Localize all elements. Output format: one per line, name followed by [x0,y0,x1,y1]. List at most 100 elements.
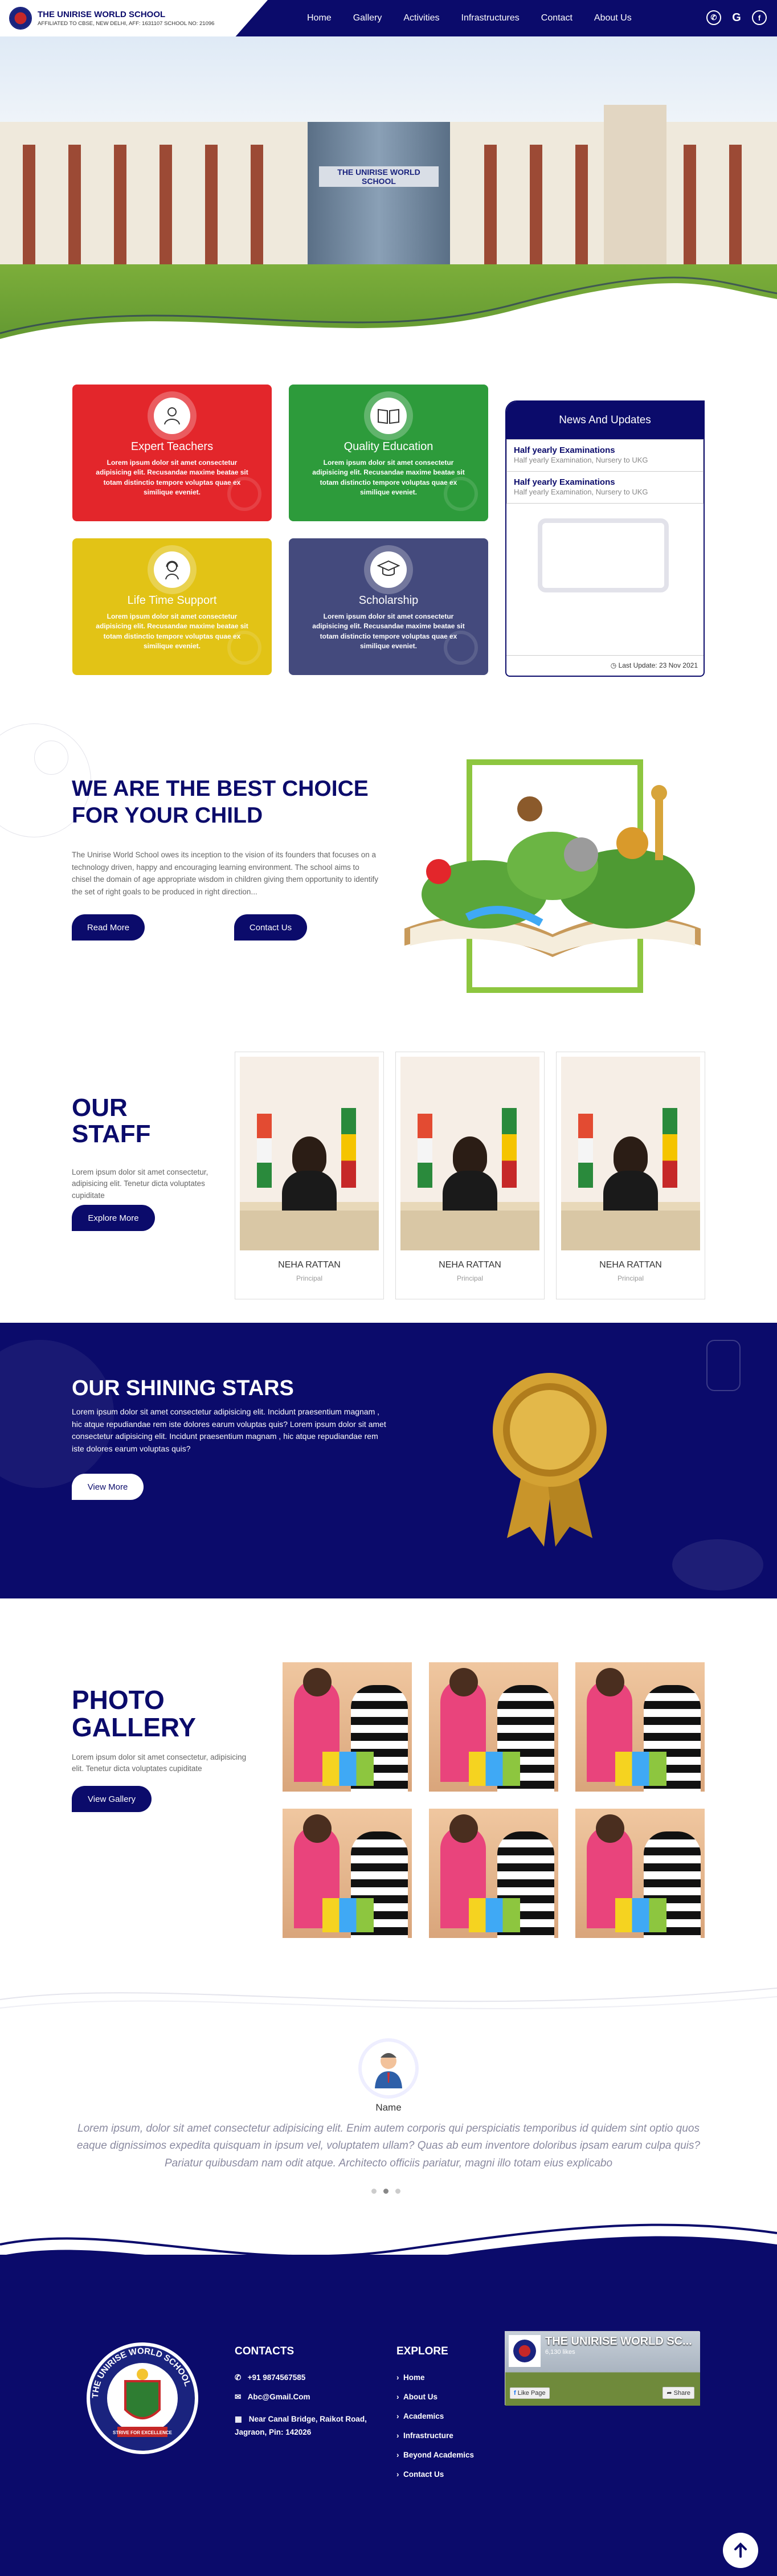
fb-share-button[interactable]: ➦ Share [663,2387,694,2399]
gallery-image[interactable] [429,1662,558,1792]
school-crest-logo: THE UNIRISE WORLD SCHOOL STRIVE FOR EXCE… [87,2342,198,2454]
news-item[interactable]: Half yearly Examinations Half yearly Exa… [506,471,704,504]
news-title: News And Updates [506,402,704,439]
shining-stars-title: OUR SHINING STARS [72,1376,294,1400]
shining-stars-text: Lorem ipsum dolor sit amet consectetur a… [72,1407,386,1454]
open-book-icon [370,398,407,434]
crest-motto: STRIVE FOR EXCELLENCE [113,2430,173,2435]
staff-name: NEHA RATTAN [439,1260,501,1270]
clock-icon: ◷ [610,661,619,669]
gallery-image[interactable] [575,1809,705,1938]
best-choice-text: The Unirise World School owes its incept… [72,851,379,896]
graduation-cap-icon [370,551,407,588]
chevron-right-icon: › [396,2393,399,2401]
view-more-button[interactable]: View More [72,1474,144,1500]
school-affiliation: AFFILIATED TO CBSE, NEW DELHI, AFF: 1631… [38,21,215,27]
gallery-image[interactable] [283,1809,412,1938]
facebook-page-widget[interactable]: THE UNIRISE WORLD SC... 6,130 likes f Li… [505,2331,700,2406]
gallery-image[interactable] [283,1662,412,1792]
map-icon: ▦ [235,2415,242,2423]
feature-card-expert-teachers[interactable]: Expert Teachers Lorem ipsum dolor sit am… [72,385,272,521]
testimonial-name: Name [375,2102,402,2113]
staff-role: Principal [296,1274,323,1282]
staff-card[interactable]: NEHA RATTAN Principal [556,1052,705,1299]
gallery-image[interactable] [429,1809,558,1938]
fb-like-button[interactable]: f Like Page [510,2387,550,2399]
feature-card-life-time-support[interactable]: Life Time Support Lorem ipsum dolor sit … [72,538,272,675]
gallery-title: PHOTO GALLERY [72,1685,197,1743]
nav-contact[interactable]: Contact [530,13,583,23]
testimonial-avatar [358,2038,419,2099]
story-book-illustration [404,759,701,993]
read-more-button[interactable]: Read More [72,914,145,941]
staff-name: NEHA RATTAN [278,1260,341,1270]
fb-page-likes: 6,130 likes [545,2349,575,2356]
staff-photo [561,1057,700,1250]
staff-card[interactable]: NEHA RATTAN Principal [395,1052,545,1299]
mail-icon: ✉ [235,2393,244,2401]
gallery-text: Lorem ipsum dolor sit amet consectetur, … [72,1753,247,1773]
hero-banner: THE UNIRISE WORLD SCHOOL [0,36,777,355]
feature-title: Scholarship [358,594,419,607]
feature-title: Expert Teachers [130,440,214,453]
testimonial-quote: Lorem ipsum, dolor sit amet consectetur … [76,2123,701,2169]
brand[interactable]: THE UNIRISE WORLD SCHOOL AFFILIATED TO C… [0,0,268,36]
staff-role: Principal [617,1274,644,1282]
facebook-icon[interactable]: f [752,10,767,25]
footer-link-contact-us[interactable]: › Contact Us [396,2470,444,2479]
nav-home[interactable]: Home [296,13,342,23]
footer-email[interactable]: ✉ Abc@Gmail.Com [235,2393,310,2402]
news-panel: News And Updates Half yearly Examination… [505,400,705,677]
view-gallery-button[interactable]: View Gallery [72,1786,152,1812]
nav-about-us[interactable]: About Us [583,13,643,23]
staff-photo [240,1057,379,1250]
fb-page-name[interactable]: THE UNIRISE WORLD SC... [545,2335,693,2348]
shining-stars-section: OUR SHINING STARS Lorem ipsum dolor sit … [0,1323,777,1598]
whatsapp-icon[interactable]: ✆ [706,10,721,25]
medal-icon [493,1373,607,1547]
support-icon [154,551,190,588]
carousel-dots [371,2189,400,2194]
best-choice-title: WE ARE THE BEST CHOICE FOR YOUR CHILD [72,776,369,828]
news-last-update: ◷ Last Update: 23 Nov 2021 [506,655,704,676]
building-sign: THE UNIRISE WORLD SCHOOL [319,166,439,187]
school-name: THE UNIRISE WORLD SCHOOL [38,10,166,19]
feature-title: Life Time Support [127,594,217,607]
chevron-right-icon: › [396,2470,399,2479]
google-icon[interactable]: G [729,10,744,25]
explore-more-button[interactable]: Explore More [72,1205,155,1231]
nav-gallery[interactable]: Gallery [342,13,393,23]
footer-link-academics[interactable]: › Academics [396,2412,444,2420]
contacts-title: CONTACTS [235,2345,295,2357]
staff-role: Principal [456,1274,484,1282]
chevron-right-icon: › [396,2431,399,2440]
footer-link-about-us[interactable]: › About Us [396,2393,437,2401]
phone-icon: ✆ [235,2373,244,2382]
carousel-dot[interactable] [383,2189,389,2194]
contact-us-button[interactable]: Contact Us [234,914,307,941]
scroll-to-top-button[interactable] [723,2533,758,2568]
gallery-image[interactable] [575,1662,705,1792]
footer-link-beyond-academics[interactable]: › Beyond Academics [396,2451,474,2459]
main-nav: Home Gallery Activities Infrastructures … [296,0,643,36]
teacher-icon [154,398,190,434]
school-logo [9,7,32,30]
social-links: ✆ G f [706,10,767,25]
staff-photo [400,1057,539,1250]
footer-link-infrastructure[interactable]: › Infrastructure [396,2431,453,2440]
footer-phone[interactable]: ✆ +91 9874567585 [235,2373,305,2382]
staff-title: OUR STAFF [72,1094,151,1148]
staff-card[interactable]: NEHA RATTAN Principal [235,1052,384,1299]
feature-card-scholarship[interactable]: Scholarship Lorem ipsum dolor sit amet c… [289,538,488,675]
nav-activities[interactable]: Activities [392,13,450,23]
staff-name: NEHA RATTAN [599,1260,662,1270]
carousel-dot[interactable] [371,2189,377,2194]
feature-card-quality-education[interactable]: Quality Education Lorem ipsum dolor sit … [289,385,488,521]
fb-page-avatar [509,2335,541,2367]
footer-link-home[interactable]: › Home [396,2373,425,2382]
nav-infrastructures[interactable]: Infrastructures [451,13,530,23]
staff-text: Lorem ipsum dolor sit amet consectetur, … [72,1168,208,1200]
carousel-dot[interactable] [395,2189,400,2194]
news-item[interactable]: Half yearly Examinations Half yearly Exa… [506,439,704,472]
decor-wave [0,1988,777,2010]
